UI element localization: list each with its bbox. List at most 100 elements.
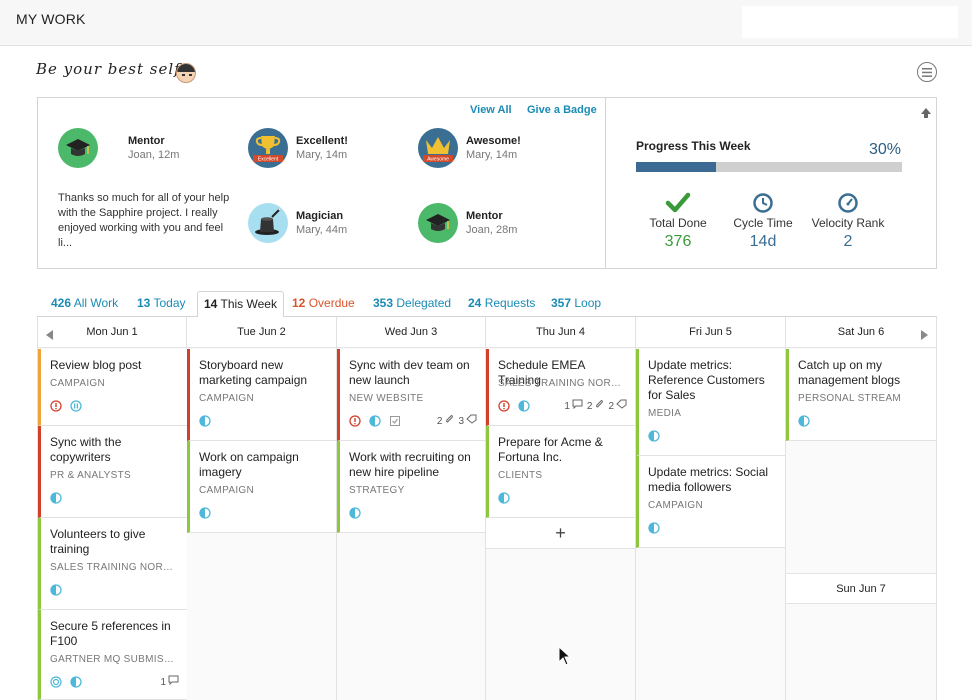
half-circle-icon[interactable] <box>498 491 510 504</box>
next-week-arrow-icon[interactable] <box>921 327 928 345</box>
progress-panel: Progress This Week 30% Total Done 376 Cy… <box>605 97 937 269</box>
stat-total-done: Total Done 376 <box>633 192 723 251</box>
half-circle-icon[interactable] <box>50 491 62 504</box>
task-project: PERSONAL STREAM <box>798 393 902 404</box>
day-column: Thu Jun 4 Schedule EMEA Training SALES TRA… <box>486 317 636 700</box>
task-icons <box>199 414 219 427</box>
comment-icon <box>572 399 583 412</box>
half-circle-icon[interactable] <box>518 399 530 412</box>
comment-count: 1 <box>160 675 179 688</box>
tag-icon <box>616 399 627 412</box>
task-project: NEW WEBSITE <box>349 393 424 404</box>
badge-item[interactable]: Mentor Joan, 12m <box>58 128 179 168</box>
stat-value: 2 <box>843 233 853 250</box>
attachment-count: 2 <box>587 399 605 412</box>
half-circle-icon[interactable] <box>199 506 211 519</box>
day-column: Sat Jun 6 Catch up on my management blogs… <box>786 317 937 700</box>
task-project: SALES TRAINING NORTH ... <box>498 378 627 389</box>
alert-icon[interactable] <box>498 399 510 412</box>
half-circle-icon[interactable] <box>648 429 660 442</box>
tab-requests[interactable]: 24 Requests <box>462 291 541 317</box>
half-circle-icon[interactable] <box>369 414 381 427</box>
task-icons <box>498 399 538 412</box>
collapse-arrow-icon[interactable] <box>920 107 932 119</box>
badge-meta: Mary, 14m <box>296 149 348 161</box>
tab-today[interactable]: 13 Today <box>131 291 192 317</box>
tab-overdue[interactable]: 12 Overdue <box>286 291 361 317</box>
task-icons <box>50 399 90 412</box>
day-column: Tue Jun 2 Storyboard new marketing campai… <box>187 317 337 700</box>
week-board: Mon Jun 1 Review blog post CAMPAIGN Sync wi… <box>37 317 937 700</box>
task-card[interactable]: Volunteers to give training SALES TRAININ… <box>38 518 187 610</box>
target-icon[interactable] <box>50 675 62 688</box>
task-meta: 1 <box>156 675 179 688</box>
page-title: MY WORK <box>16 11 86 27</box>
task-icons <box>349 506 369 519</box>
alert-icon[interactable] <box>349 414 361 427</box>
task-card[interactable]: Sync with the copywriters PR & ANALYSTS <box>38 426 187 518</box>
task-card[interactable]: Secure 5 references in F100 GARTNER MQ SU… <box>38 610 187 700</box>
avatar[interactable] <box>176 63 196 83</box>
task-card[interactable]: Prepare for Acme & Fortuna Inc. CLIENTS <box>486 426 635 518</box>
task-title: Sync with dev team on new launch <box>349 358 470 387</box>
half-circle-icon[interactable] <box>70 675 82 688</box>
add-task-button[interactable]: + <box>486 518 635 549</box>
half-circle-icon[interactable] <box>50 583 62 596</box>
tab-delegated[interactable]: 353 Delegated <box>367 291 457 317</box>
stat-label: Cycle Time <box>733 216 793 230</box>
badge-item[interactable]: Magician Mary, 44m <box>248 203 347 243</box>
badge-item[interactable]: Mentor Joan, 28m <box>418 203 517 243</box>
task-card[interactable]: Storyboard new marketing campaign CAMPAIG… <box>187 349 336 441</box>
speedometer-icon <box>803 192 893 214</box>
day-column: Mon Jun 1 Review blog post CAMPAIGN Sync wi… <box>37 317 187 700</box>
tab-loop[interactable]: 357 Loop <box>545 291 607 317</box>
task-card[interactable]: Schedule EMEA Training SALES TRAINING NOR… <box>486 349 635 426</box>
comment-icon <box>168 675 179 688</box>
prev-week-arrow-icon[interactable] <box>46 327 53 345</box>
comment-count: 1 <box>564 399 583 412</box>
task-card[interactable]: Update metrics: Reference Customers for … <box>636 349 785 456</box>
tab-all-work[interactable]: 426 All Work <box>45 291 124 317</box>
crown-icon: Awesome <box>418 128 458 168</box>
mouse-cursor-icon <box>558 646 572 666</box>
task-icons <box>50 675 90 688</box>
task-project: CAMPAIGN <box>50 378 105 389</box>
task-card[interactable]: Sync with dev team on new launch NEW WEBS… <box>337 349 485 441</box>
badge-meta: Joan, 28m <box>466 224 518 236</box>
day-header: Sat Jun 6 <box>786 317 936 348</box>
trophy-icon: Excellent <box>248 128 288 168</box>
menu-icon[interactable] <box>917 62 937 82</box>
task-card[interactable]: Update metrics: Social media followers CA… <box>636 456 785 548</box>
svg-text:Excellent: Excellent <box>258 157 279 163</box>
half-circle-icon[interactable] <box>199 414 211 427</box>
task-project: GARTNER MQ SUBMISSTI... <box>50 654 179 665</box>
tab-this-week[interactable]: 14 This Week <box>197 291 284 318</box>
task-icons <box>50 583 70 596</box>
task-title: Work on campaign imagery <box>199 450 299 479</box>
half-circle-icon[interactable] <box>798 414 810 427</box>
task-project: CLIENTS <box>498 470 543 481</box>
progress-fill <box>636 162 716 172</box>
badge-item[interactable]: Awesome Awesome! Mary, 14m <box>418 128 521 168</box>
paperclip-icon <box>594 399 604 412</box>
badge-item[interactable]: Excellent Excellent! Mary, 14m <box>248 128 348 168</box>
task-card[interactable]: Work on campaign imagery CAMPAIGN <box>187 441 336 533</box>
task-card[interactable]: Work with recruiting on new hire pipelin… <box>337 441 485 533</box>
badge-meta: Mary, 44m <box>296 224 348 236</box>
badge-meta: Mary, 14m <box>466 149 518 161</box>
give-badge-link[interactable]: Give a Badge <box>527 104 597 116</box>
half-circle-icon[interactable] <box>648 521 660 534</box>
alert-icon[interactable] <box>50 399 62 412</box>
half-circle-icon[interactable] <box>349 506 361 519</box>
task-icons <box>648 521 668 534</box>
task-title: Volunteers to give training <box>50 527 146 556</box>
task-card[interactable]: Catch up on my management blogs PERSONAL … <box>786 349 936 441</box>
day-header: Thu Jun 4 <box>486 317 635 348</box>
stat-velocity-rank: Velocity Rank 2 <box>803 192 893 251</box>
badge-name: Mentor <box>466 210 503 222</box>
task-card[interactable]: Review blog post CAMPAIGN <box>38 349 187 426</box>
pause-icon[interactable] <box>70 399 82 412</box>
attachment-count: 2 <box>437 414 455 427</box>
view-all-link[interactable]: View All <box>470 104 512 116</box>
checkbox-icon[interactable] <box>389 414 401 426</box>
